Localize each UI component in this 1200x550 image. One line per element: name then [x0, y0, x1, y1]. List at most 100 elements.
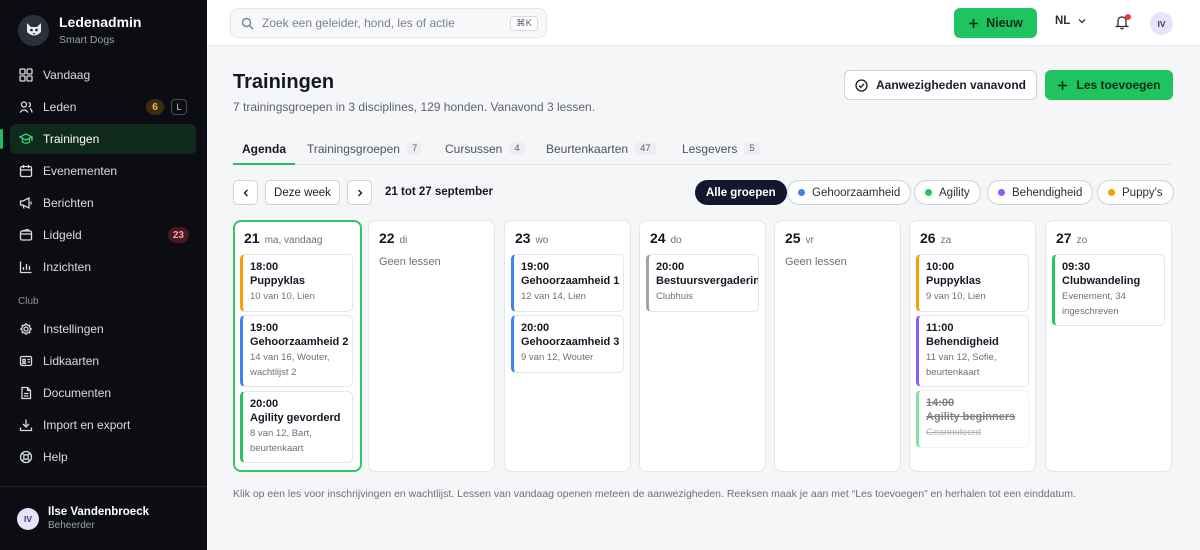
avatar: IV	[17, 507, 39, 530]
lesson-time: 19:00	[250, 322, 279, 334]
day-number: 24	[650, 230, 666, 246]
language-select[interactable]: NL	[1055, 15, 1087, 27]
filter-chip-behendigheid[interactable]: Behendigheid	[987, 180, 1094, 205]
color-dot	[998, 189, 1005, 196]
sidebar-item-documenten[interactable]: Documenten	[10, 378, 196, 408]
tab-trainingsgroepen[interactable]: Trainingsgroepen 7	[307, 137, 423, 165]
sidebar-item-label: Lidkaarten	[43, 354, 100, 368]
calendar-icon	[19, 165, 33, 178]
chip-label: Puppy's	[1122, 186, 1163, 199]
chip-label: Behendigheid	[1012, 186, 1083, 199]
lesson-card[interactable]: 19:00 Gehoorzaamheid 1 12 van 14, Lien	[511, 254, 624, 312]
sidebar-item-import-export[interactable]: Import en export	[10, 410, 196, 440]
page-subtitle: 7 trainingsgroepen in 3 disciplines, 129…	[233, 100, 596, 114]
tab-label: Lesgevers	[682, 142, 738, 156]
day-column: 26 za 10:00 Puppyklas 9 van 10, Lien 11:0…	[909, 220, 1036, 472]
sidebar-item-label: Inzichten	[43, 260, 92, 274]
sidebar-item-lidgeld[interactable]: Lidgeld 23	[10, 220, 196, 250]
tab-count: 7	[406, 142, 423, 155]
tab-beurtenkaarten[interactable]: Beurtenkaarten 47	[546, 137, 656, 165]
sidebar-item-inzichten[interactable]: Inzichten	[10, 252, 196, 282]
search-input[interactable]	[262, 16, 511, 30]
tab-count: 5	[744, 142, 760, 155]
notification-dot	[1125, 14, 1131, 20]
lesson-card[interactable]: 10:00 Puppyklas 9 van 10, Lien	[916, 254, 1029, 312]
day-name: di	[399, 235, 408, 246]
lesson-card[interactable]: 18:00 Puppyklas 10 van 10, Lien	[240, 254, 353, 312]
lesson-card[interactable]: 19:00 Gehoorzaamheid 2 14 van 16, Wouter…	[240, 315, 353, 387]
tab-lesgevers[interactable]: Lesgevers 5	[682, 137, 760, 165]
no-lessons-text: Geen lessen	[785, 256, 847, 268]
user-role: Beheerder	[48, 520, 95, 531]
sidebar-item-instellingen[interactable]: Instellingen	[10, 314, 196, 344]
no-lessons-text: Geen lessen	[379, 256, 441, 268]
day-name: zo	[1076, 235, 1088, 246]
day-column: 27 zo 09:30 Clubwandeling Evenement, 34 i…	[1045, 220, 1172, 472]
search-box[interactable]: ⌘K	[230, 8, 547, 38]
gear-icon	[20, 323, 32, 335]
sidebar: Ledenadmin Smart Dogs Vandaag Leden 6 L …	[0, 0, 207, 550]
sidebar-item-label: Vandaag	[43, 68, 91, 82]
download-icon	[19, 419, 33, 432]
help-footnote: Klik op een les voor inschrijvingen en w…	[233, 488, 1076, 500]
lesson-card[interactable]: 11:00 Behendigheid 11 van 12, Sofie, beu…	[916, 315, 1029, 387]
lesson-meta: 14 van 16, Wouter, wachtlijst 2	[250, 352, 330, 378]
filter-chip-all[interactable]: Alle groepen	[695, 180, 787, 205]
day-column: 24 do 20:00 Bestuursvergadering Clubhuis	[639, 220, 766, 472]
lesson-name: Gehoorzaamheid 3	[521, 336, 620, 348]
sidebar-item-help[interactable]: Help	[10, 442, 196, 472]
chip-label: Alle groepen	[706, 186, 776, 199]
brand[interactable]: Ledenadmin Smart Dogs	[18, 14, 141, 46]
dog-logo-icon	[18, 14, 49, 46]
day-column: 25 vr Geen lessen	[774, 220, 901, 472]
lesson-meta: 8 van 12, Bart, beurtenkaart	[250, 428, 312, 454]
bar-chart-icon	[19, 261, 32, 274]
filter-chip-gehoorzaamheid[interactable]: Gehoorzaamheid	[787, 180, 912, 205]
day-number: 27	[1056, 230, 1072, 246]
sidebar-item-label: Trainingen	[43, 132, 100, 146]
lesson-meta: 9 van 10, Lien	[926, 291, 986, 302]
lesson-time: 14:00	[926, 397, 955, 409]
previous-week-button[interactable]	[233, 180, 258, 205]
sidebar-item-berichten[interactable]: Berichten	[10, 188, 196, 218]
lesson-card-cancelled[interactable]: 14:00 Agility beginners Geannuleerd	[916, 390, 1029, 448]
user-profile[interactable]: IV Ilse Vandenbroeck Beheerder	[0, 486, 207, 550]
language-value: NL	[1055, 15, 1071, 27]
lesson-card[interactable]: 09:30 Clubwandeling Evenement, 34 ingesc…	[1052, 254, 1165, 326]
sidebar-item-evenementen[interactable]: Evenementen	[10, 156, 196, 186]
notifications-button[interactable]	[1114, 14, 1131, 32]
users-icon	[19, 101, 33, 113]
attendance-tonight-button[interactable]: Aanwezigheden vanavond	[844, 70, 1037, 100]
new-button-label: Nieuw	[986, 16, 1023, 30]
day-number: 22	[379, 230, 395, 246]
day-column-today: 21 ma, vandaag 18:00 Puppyklas 10 van 10,…	[233, 220, 362, 472]
topbar: ⌘K Nieuw NL IV	[207, 0, 1200, 46]
lesson-time: 11:00	[926, 322, 954, 334]
lesson-card[interactable]: 20:00 Bestuursvergadering Clubhuis	[646, 254, 759, 312]
sidebar-item-label: Instellingen	[43, 322, 104, 336]
avatar[interactable]: IV	[1150, 12, 1173, 35]
nav-section-label: Club	[18, 296, 39, 307]
sidebar-item-vandaag[interactable]: Vandaag	[10, 60, 196, 90]
lesson-time: 18:00	[250, 261, 279, 273]
lesson-meta: 12 van 14, Lien	[521, 291, 586, 302]
filter-chip-puppys[interactable]: Puppy's	[1097, 180, 1174, 205]
sidebar-item-label: Help	[43, 450, 68, 464]
lesson-name: Puppyklas	[250, 275, 306, 287]
this-week-button[interactable]: Deze week	[265, 180, 340, 205]
lesson-card[interactable]: 20:00 Gehoorzaamheid 3 9 van 12, Wouter	[511, 315, 624, 373]
add-lesson-label: Les toevoegen	[1076, 78, 1161, 92]
tab-cursussen[interactable]: Cursussen 4	[445, 137, 525, 165]
day-name: vr	[805, 235, 814, 246]
sidebar-item-lidkaarten[interactable]: Lidkaarten	[10, 346, 196, 376]
sidebar-item-label: Documenten	[43, 386, 112, 400]
tab-label: Beurtenkaarten	[546, 142, 629, 156]
next-week-button[interactable]	[347, 180, 372, 205]
sidebar-item-leden[interactable]: Leden 6 L	[10, 92, 196, 122]
add-lesson-button[interactable]: Les toevoegen	[1045, 70, 1173, 100]
new-button[interactable]: Nieuw	[954, 8, 1037, 38]
lesson-card[interactable]: 20:00 Agility gevorderd 8 van 12, Bart, …	[240, 391, 353, 463]
tab-agenda[interactable]: Agenda	[233, 137, 295, 165]
sidebar-item-trainingen[interactable]: Trainingen	[0, 124, 196, 154]
filter-chip-agility[interactable]: Agility	[914, 180, 981, 205]
